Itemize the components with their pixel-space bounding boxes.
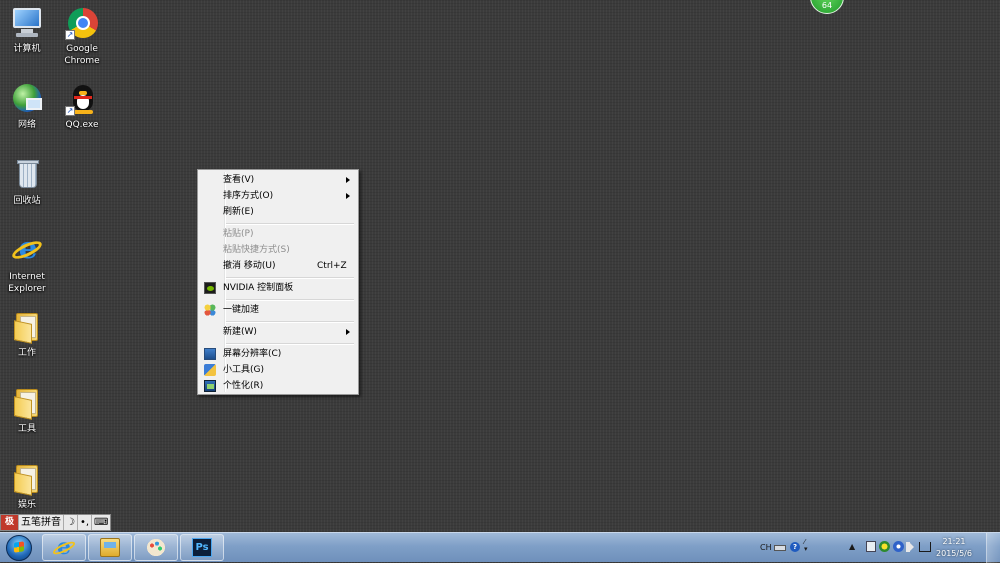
tray-security-icon[interactable] <box>879 541 890 552</box>
nvidia-icon <box>204 282 216 294</box>
menu-item-view[interactable]: 查看(V) <box>200 172 356 188</box>
show-hidden-icons-arrow-icon[interactable]: ▲ <box>849 542 855 551</box>
menu-item-label: 一键加速 <box>223 305 260 315</box>
ime-punctuation-button[interactable]: •, <box>78 515 93 530</box>
chrome-icon: ↗ <box>65 6 99 40</box>
ie-icon: e <box>9 234 45 268</box>
menu-item-label: 粘贴(P) <box>223 229 254 239</box>
speedup-icon <box>204 304 216 316</box>
menu-item-label: 查看(V) <box>223 175 255 185</box>
desktop-icon-folder-work[interactable]: 工作 <box>0 310 54 359</box>
folder-icon <box>10 310 44 344</box>
floating-speed-badge[interactable]: 64 <box>810 0 844 14</box>
desktop[interactable]: 计算机 ↗ Google Chrome 网络 ↗ QQ.exe 回收站 e In… <box>0 0 1000 532</box>
menu-item-paste-shortcut: 粘贴快捷方式(S) <box>200 242 356 258</box>
menu-item-undo-move[interactable]: 撤消 移动(U) Ctrl+Z <box>200 258 356 274</box>
desktop-icon-ie[interactable]: e Internet Explorer <box>0 234 54 295</box>
desktop-icon-recycle-bin[interactable]: 回收站 <box>0 158 54 207</box>
menu-item-label: 个性化(R) <box>223 381 264 391</box>
menu-separator <box>226 343 354 345</box>
taskbar-pinned-photoshop[interactable]: Ps <box>180 534 224 561</box>
desktop-icon-label: Internet Explorer <box>8 272 46 294</box>
desktop-icon-label: QQ.exe <box>65 120 99 130</box>
gadgets-icon <box>204 364 216 376</box>
explorer-icon <box>100 538 120 557</box>
taskbar-pinned-ie[interactable]: e <box>42 534 86 561</box>
menu-separator <box>226 223 354 225</box>
desktop-icon-chrome[interactable]: ↗ Google Chrome <box>55 6 109 67</box>
menu-item-screen-resolution[interactable]: 屏幕分辨率(C) <box>200 346 356 362</box>
menu-item-label: 新建(W) <box>223 327 257 337</box>
tray-app-icon[interactable] <box>866 541 876 552</box>
menu-item-label: 刷新(E) <box>223 207 254 217</box>
tray-network-status-icon[interactable] <box>893 541 904 552</box>
volume-icon[interactable] <box>906 542 915 552</box>
clock-time: 21:21 <box>942 537 966 546</box>
language-options-icon[interactable]: ⁄ ▾ <box>804 539 812 553</box>
clock-date: 2015/5/6 <box>936 549 972 558</box>
ime-logo-icon[interactable]: 极 <box>1 515 19 530</box>
menu-item-label: 屏幕分辨率(C) <box>223 349 282 359</box>
ime-language-bar[interactable]: 极 五笔拼音 ☽ •, ⌨ <box>0 514 112 531</box>
show-desktop-button[interactable] <box>986 533 1000 563</box>
menu-separator <box>226 277 354 279</box>
network-icon <box>10 82 44 116</box>
desktop-icon-label: 娱乐 <box>17 500 36 510</box>
menu-item-refresh[interactable]: 刷新(E) <box>200 204 356 220</box>
desktop-icon-folder-tools[interactable]: 工具 <box>0 386 54 435</box>
menu-item-sort-by[interactable]: 排序方式(O) <box>200 188 356 204</box>
taskbar-pinned-paint[interactable] <box>134 534 178 561</box>
desktop-icon-label: 回收站 <box>13 196 41 206</box>
clock[interactable]: 21:21 2015/5/6 <box>930 536 978 560</box>
desktop-icon-label: Google Chrome <box>64 44 100 66</box>
language-indicator[interactable]: CH <box>760 543 772 552</box>
menu-item-personalize[interactable]: 个性化(R) <box>200 378 356 394</box>
ime-soft-keyboard-icon[interactable]: ⌨ <box>92 515 110 530</box>
menu-item-label: 粘贴快捷方式(S) <box>223 245 290 255</box>
desktop-icon-label: 工具 <box>17 424 36 434</box>
windows-logo-icon <box>6 535 32 561</box>
paint-icon <box>146 538 166 557</box>
ime-halfwidth-moon-icon[interactable]: ☽ <box>64 515 78 530</box>
menu-item-new[interactable]: 新建(W) <box>200 324 356 340</box>
personalize-icon <box>204 380 216 392</box>
desktop-icon-qq[interactable]: ↗ QQ.exe <box>55 82 109 131</box>
photoshop-icon: Ps <box>192 538 212 557</box>
folder-icon <box>10 386 44 420</box>
submenu-arrow-icon <box>346 329 350 335</box>
badge-count: 64 <box>821 1 833 10</box>
taskbar-pinned-explorer[interactable] <box>88 534 132 561</box>
menu-item-paste: 粘贴(P) <box>200 226 356 242</box>
submenu-arrow-icon <box>346 193 350 199</box>
qq-icon: ↗ <box>65 82 99 116</box>
menu-separator <box>226 299 354 301</box>
menu-item-shortcut: Ctrl+Z <box>317 261 347 271</box>
ie-icon: e <box>54 536 74 558</box>
desktop-icon-label: 计算机 <box>13 44 41 54</box>
menu-item-label: 撤消 移动(U) <box>223 261 276 271</box>
help-icon[interactable]: ? <box>790 542 800 552</box>
recycle-bin-icon <box>10 158 44 192</box>
desktop-icon-network[interactable]: 网络 <box>0 82 54 131</box>
computer-icon <box>10 6 44 40</box>
menu-item-nvidia-control-panel[interactable]: NVIDIA 控制面板 <box>200 280 356 296</box>
desktop-icon-label: 网络 <box>17 120 36 130</box>
desktop-icon-folder-entertainment[interactable]: 娱乐 <box>0 462 54 511</box>
start-button[interactable] <box>3 534 36 561</box>
folder-icon <box>10 462 44 496</box>
menu-item-label: 小工具(G) <box>223 365 264 375</box>
desktop-icon-computer[interactable]: 计算机 <box>0 6 54 55</box>
submenu-arrow-icon <box>346 177 350 183</box>
menu-item-gadgets[interactable]: 小工具(G) <box>200 362 356 378</box>
ime-mode-button[interactable]: 五笔拼音 <box>19 515 64 530</box>
menu-item-label: NVIDIA 控制面板 <box>223 283 294 293</box>
display-icon <box>204 348 216 360</box>
desktop-context-menu: 查看(V) 排序方式(O) 刷新(E) 粘贴(P) 粘贴快捷方式(S) 撤消 移… <box>197 169 359 395</box>
menu-separator <box>226 321 354 323</box>
keyboard-icon[interactable] <box>774 545 786 551</box>
desktop-icon-label: 工作 <box>17 348 36 358</box>
menu-item-speed-up[interactable]: 一键加速 <box>200 302 356 318</box>
menu-item-label: 排序方式(O) <box>223 191 274 201</box>
taskbar: e Ps CH ? ⁄ ▾ ▲ 21:21 2015/5/6 <box>0 532 1000 563</box>
